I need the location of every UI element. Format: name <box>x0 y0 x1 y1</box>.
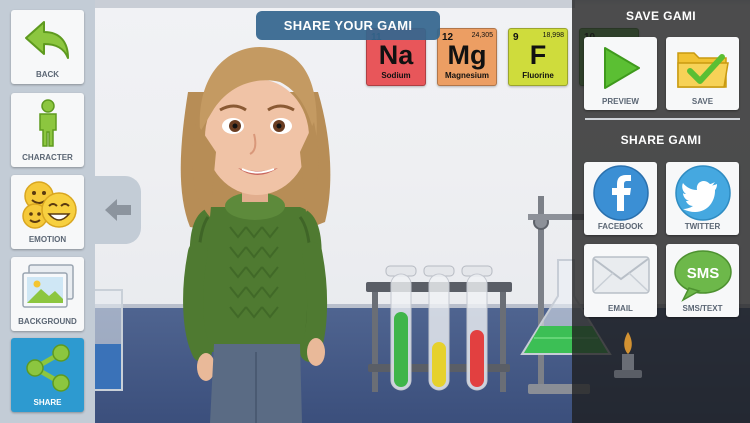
save-label: SAVE <box>691 97 714 106</box>
folder-check-icon <box>676 52 729 88</box>
share-label: SHARE <box>33 398 62 407</box>
save-button[interactable]: SAVE <box>666 37 739 110</box>
background-label: BACKGROUND <box>18 317 77 326</box>
facebook-button[interactable]: FACEBOOK <box>584 162 657 235</box>
twitter-button[interactable]: TWITTER <box>666 162 739 235</box>
sms-button[interactable]: SMS SMS/TEXT <box>666 244 739 317</box>
email-button[interactable]: EMAIL <box>584 244 657 317</box>
email-label: EMAIL <box>608 304 633 313</box>
tile-name: Fluorine <box>522 71 554 80</box>
emotion-label: EMOTION <box>28 235 67 244</box>
background-button[interactable]: BACKGROUND <box>11 257 84 331</box>
periodic-tile-fluorine: 9 18,998 F Fluorine <box>508 28 568 86</box>
share-gami-heading: SHARE GAMI <box>620 133 702 147</box>
tile-symbol: F <box>529 40 547 70</box>
back-arrow-icon <box>24 21 69 59</box>
panel-divider <box>585 118 740 120</box>
character-label: CHARACTER <box>22 153 73 162</box>
test-tube-rack-illustration <box>366 265 512 392</box>
share-your-gami-banner: SHARE YOUR GAMI <box>256 11 440 40</box>
gami-character <box>180 46 331 423</box>
landscape-image-icon <box>21 264 74 308</box>
envelope-icon <box>591 256 650 294</box>
save-share-panel: SAVE GAMI PREVIEW SAVE SHARE GAMI FACEBO… <box>572 0 750 423</box>
banner-title: SHARE YOUR GAMI <box>283 18 413 33</box>
left-toolbar: BACK CHARACTER EMOTION BACKGROUND SHARE <box>0 0 95 423</box>
emotion-button[interactable]: EMOTION <box>11 175 84 249</box>
sms-label: SMS/TEXT <box>682 304 723 313</box>
back-button[interactable]: BACK <box>11 10 84 84</box>
back-label: BACK <box>35 70 60 79</box>
beaker-illustration <box>93 289 123 391</box>
preview-label: PREVIEW <box>602 97 639 106</box>
periodic-tile-magnesium: 12 24,305 Mg Magnesium <box>437 28 497 86</box>
smiley-faces-icon <box>21 181 77 229</box>
tile-mass: 18,998 <box>542 32 564 39</box>
whiteboard-rail <box>95 0 575 8</box>
preview-button[interactable]: PREVIEW <box>584 37 657 110</box>
facebook-label: FACEBOOK <box>597 222 644 231</box>
tile-mass: 24,305 <box>471 32 493 39</box>
twitter-bird-icon <box>674 165 731 221</box>
share-icon <box>25 344 70 392</box>
sms-badge-text: SMS <box>686 265 719 282</box>
character-button[interactable]: CHARACTER <box>11 93 84 167</box>
tile-symbol: Mg <box>447 40 487 70</box>
sms-bubble-icon: SMS <box>673 250 732 302</box>
facebook-icon <box>592 165 649 221</box>
arrow-left-icon <box>105 199 131 221</box>
share-button[interactable]: SHARE <box>11 338 84 412</box>
tile-symbol: Na <box>378 40 414 70</box>
tile-name: Sodium <box>381 71 411 80</box>
play-icon <box>603 47 640 89</box>
twitter-label: TWITTER <box>684 222 721 231</box>
person-icon <box>38 99 57 147</box>
tile-name: Magnesium <box>444 71 489 80</box>
drawer-toggle-tab[interactable] <box>95 176 141 244</box>
save-gami-heading: SAVE GAMI <box>625 9 697 23</box>
burner-illustration <box>614 332 642 378</box>
